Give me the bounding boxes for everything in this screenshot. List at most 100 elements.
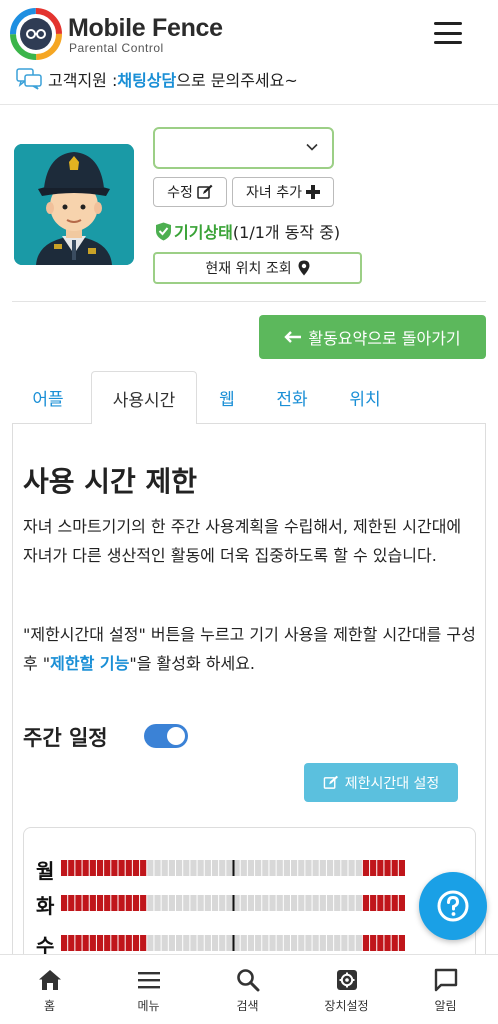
tab-calls[interactable]: 전화	[256, 371, 328, 424]
free-slot[interactable]	[262, 895, 269, 911]
free-slot[interactable]	[161, 935, 168, 951]
chat-support-link[interactable]: 채팅상담	[117, 67, 176, 91]
free-slot[interactable]	[291, 935, 298, 951]
nav-search[interactable]: 검색	[198, 955, 297, 1024]
free-slot[interactable]	[355, 935, 362, 951]
free-slot[interactable]	[255, 895, 262, 911]
free-slot[interactable]	[348, 860, 355, 876]
free-slot[interactable]	[168, 895, 175, 911]
tab-location[interactable]: 위치	[332, 371, 398, 424]
blocked-slot[interactable]	[89, 935, 96, 951]
free-slot[interactable]	[255, 860, 262, 876]
free-slot[interactable]	[341, 895, 348, 911]
free-slot[interactable]	[348, 895, 355, 911]
free-slot[interactable]	[226, 860, 233, 876]
set-limit-period-button[interactable]: 제한시간대 설정	[304, 763, 458, 802]
blocked-slot[interactable]	[68, 935, 75, 951]
weekly-schedule-toggle[interactable]	[144, 724, 188, 748]
blocked-slot[interactable]	[75, 935, 82, 951]
schedule-timeline[interactable]	[61, 895, 406, 911]
free-slot[interactable]	[247, 935, 255, 951]
add-child-button[interactable]: 자녀 추가	[232, 177, 334, 207]
free-slot[interactable]	[276, 895, 283, 911]
blocked-slot[interactable]	[118, 860, 125, 876]
blocked-slot[interactable]	[377, 895, 384, 911]
free-slot[interactable]	[161, 895, 168, 911]
free-slot[interactable]	[262, 935, 269, 951]
free-slot[interactable]	[154, 935, 161, 951]
blocked-slot[interactable]	[111, 935, 118, 951]
free-slot[interactable]	[262, 860, 269, 876]
free-slot[interactable]	[176, 895, 183, 911]
blocked-slot[interactable]	[118, 935, 125, 951]
blocked-slot[interactable]	[125, 935, 132, 951]
free-slot[interactable]	[276, 935, 283, 951]
free-slot[interactable]	[326, 860, 334, 876]
free-slot[interactable]	[154, 895, 161, 911]
free-slot[interactable]	[269, 895, 276, 911]
free-slot[interactable]	[312, 860, 319, 876]
free-slot[interactable]	[312, 895, 319, 911]
free-slot[interactable]	[291, 860, 298, 876]
blocked-slot[interactable]	[125, 860, 132, 876]
tab-web[interactable]: 웹	[202, 371, 252, 424]
free-slot[interactable]	[190, 895, 197, 911]
free-slot[interactable]	[204, 935, 211, 951]
blocked-slot[interactable]	[370, 860, 377, 876]
free-slot[interactable]	[197, 860, 204, 876]
nav-home[interactable]: 홈	[0, 955, 99, 1024]
free-slot[interactable]	[355, 895, 362, 911]
nav-notifications[interactable]: 알림	[396, 955, 495, 1024]
free-slot[interactable]	[183, 895, 190, 911]
free-slot[interactable]	[269, 860, 276, 876]
schedule-timeline[interactable]	[61, 935, 406, 951]
free-slot[interactable]	[319, 935, 326, 951]
blocked-slot[interactable]	[384, 860, 391, 876]
blocked-slot[interactable]	[140, 860, 147, 876]
blocked-slot[interactable]	[384, 895, 391, 911]
free-slot[interactable]	[154, 860, 161, 876]
free-slot[interactable]	[334, 895, 341, 911]
free-slot[interactable]	[204, 860, 211, 876]
blocked-slot[interactable]	[377, 860, 384, 876]
free-slot[interactable]	[204, 895, 211, 911]
child-avatar[interactable]	[14, 144, 134, 265]
free-slot[interactable]	[197, 935, 204, 951]
free-slot[interactable]	[211, 895, 219, 911]
blocked-slot[interactable]	[391, 935, 398, 951]
free-slot[interactable]	[190, 860, 197, 876]
blocked-slot[interactable]	[75, 860, 82, 876]
blocked-slot[interactable]	[82, 935, 89, 951]
tab-usage-time[interactable]: 사용시간	[91, 371, 197, 425]
nav-menu[interactable]: 메뉴	[99, 955, 198, 1024]
blocked-slot[interactable]	[132, 860, 140, 876]
blocked-slot[interactable]	[68, 860, 75, 876]
blocked-slot[interactable]	[61, 860, 68, 876]
mobile-fence-logo-icon[interactable]	[10, 8, 62, 60]
back-to-summary-button[interactable]: 활동요약으로 돌아가기	[259, 315, 486, 359]
blocked-slot[interactable]	[104, 895, 111, 911]
help-button[interactable]	[419, 872, 487, 940]
free-slot[interactable]	[161, 860, 168, 876]
blocked-slot[interactable]	[398, 860, 405, 876]
free-slot[interactable]	[291, 895, 298, 911]
free-slot[interactable]	[255, 935, 262, 951]
blocked-slot[interactable]	[68, 895, 75, 911]
blocked-slot[interactable]	[125, 895, 132, 911]
free-slot[interactable]	[183, 860, 190, 876]
free-slot[interactable]	[211, 935, 219, 951]
device-select[interactable]	[153, 127, 334, 169]
blocked-slot[interactable]	[75, 895, 82, 911]
blocked-slot[interactable]	[384, 935, 391, 951]
free-slot[interactable]	[240, 895, 247, 911]
nav-device-settings[interactable]: 장치설정	[297, 955, 396, 1024]
blocked-slot[interactable]	[82, 895, 89, 911]
hamburger-icon[interactable]	[434, 22, 462, 44]
blocked-slot[interactable]	[104, 935, 111, 951]
device-status-link[interactable]: 기기상태	[174, 219, 233, 243]
blocked-slot[interactable]	[89, 860, 96, 876]
free-slot[interactable]	[226, 895, 233, 911]
blocked-slot[interactable]	[398, 935, 405, 951]
free-slot[interactable]	[147, 860, 154, 876]
blocked-slot[interactable]	[96, 860, 104, 876]
